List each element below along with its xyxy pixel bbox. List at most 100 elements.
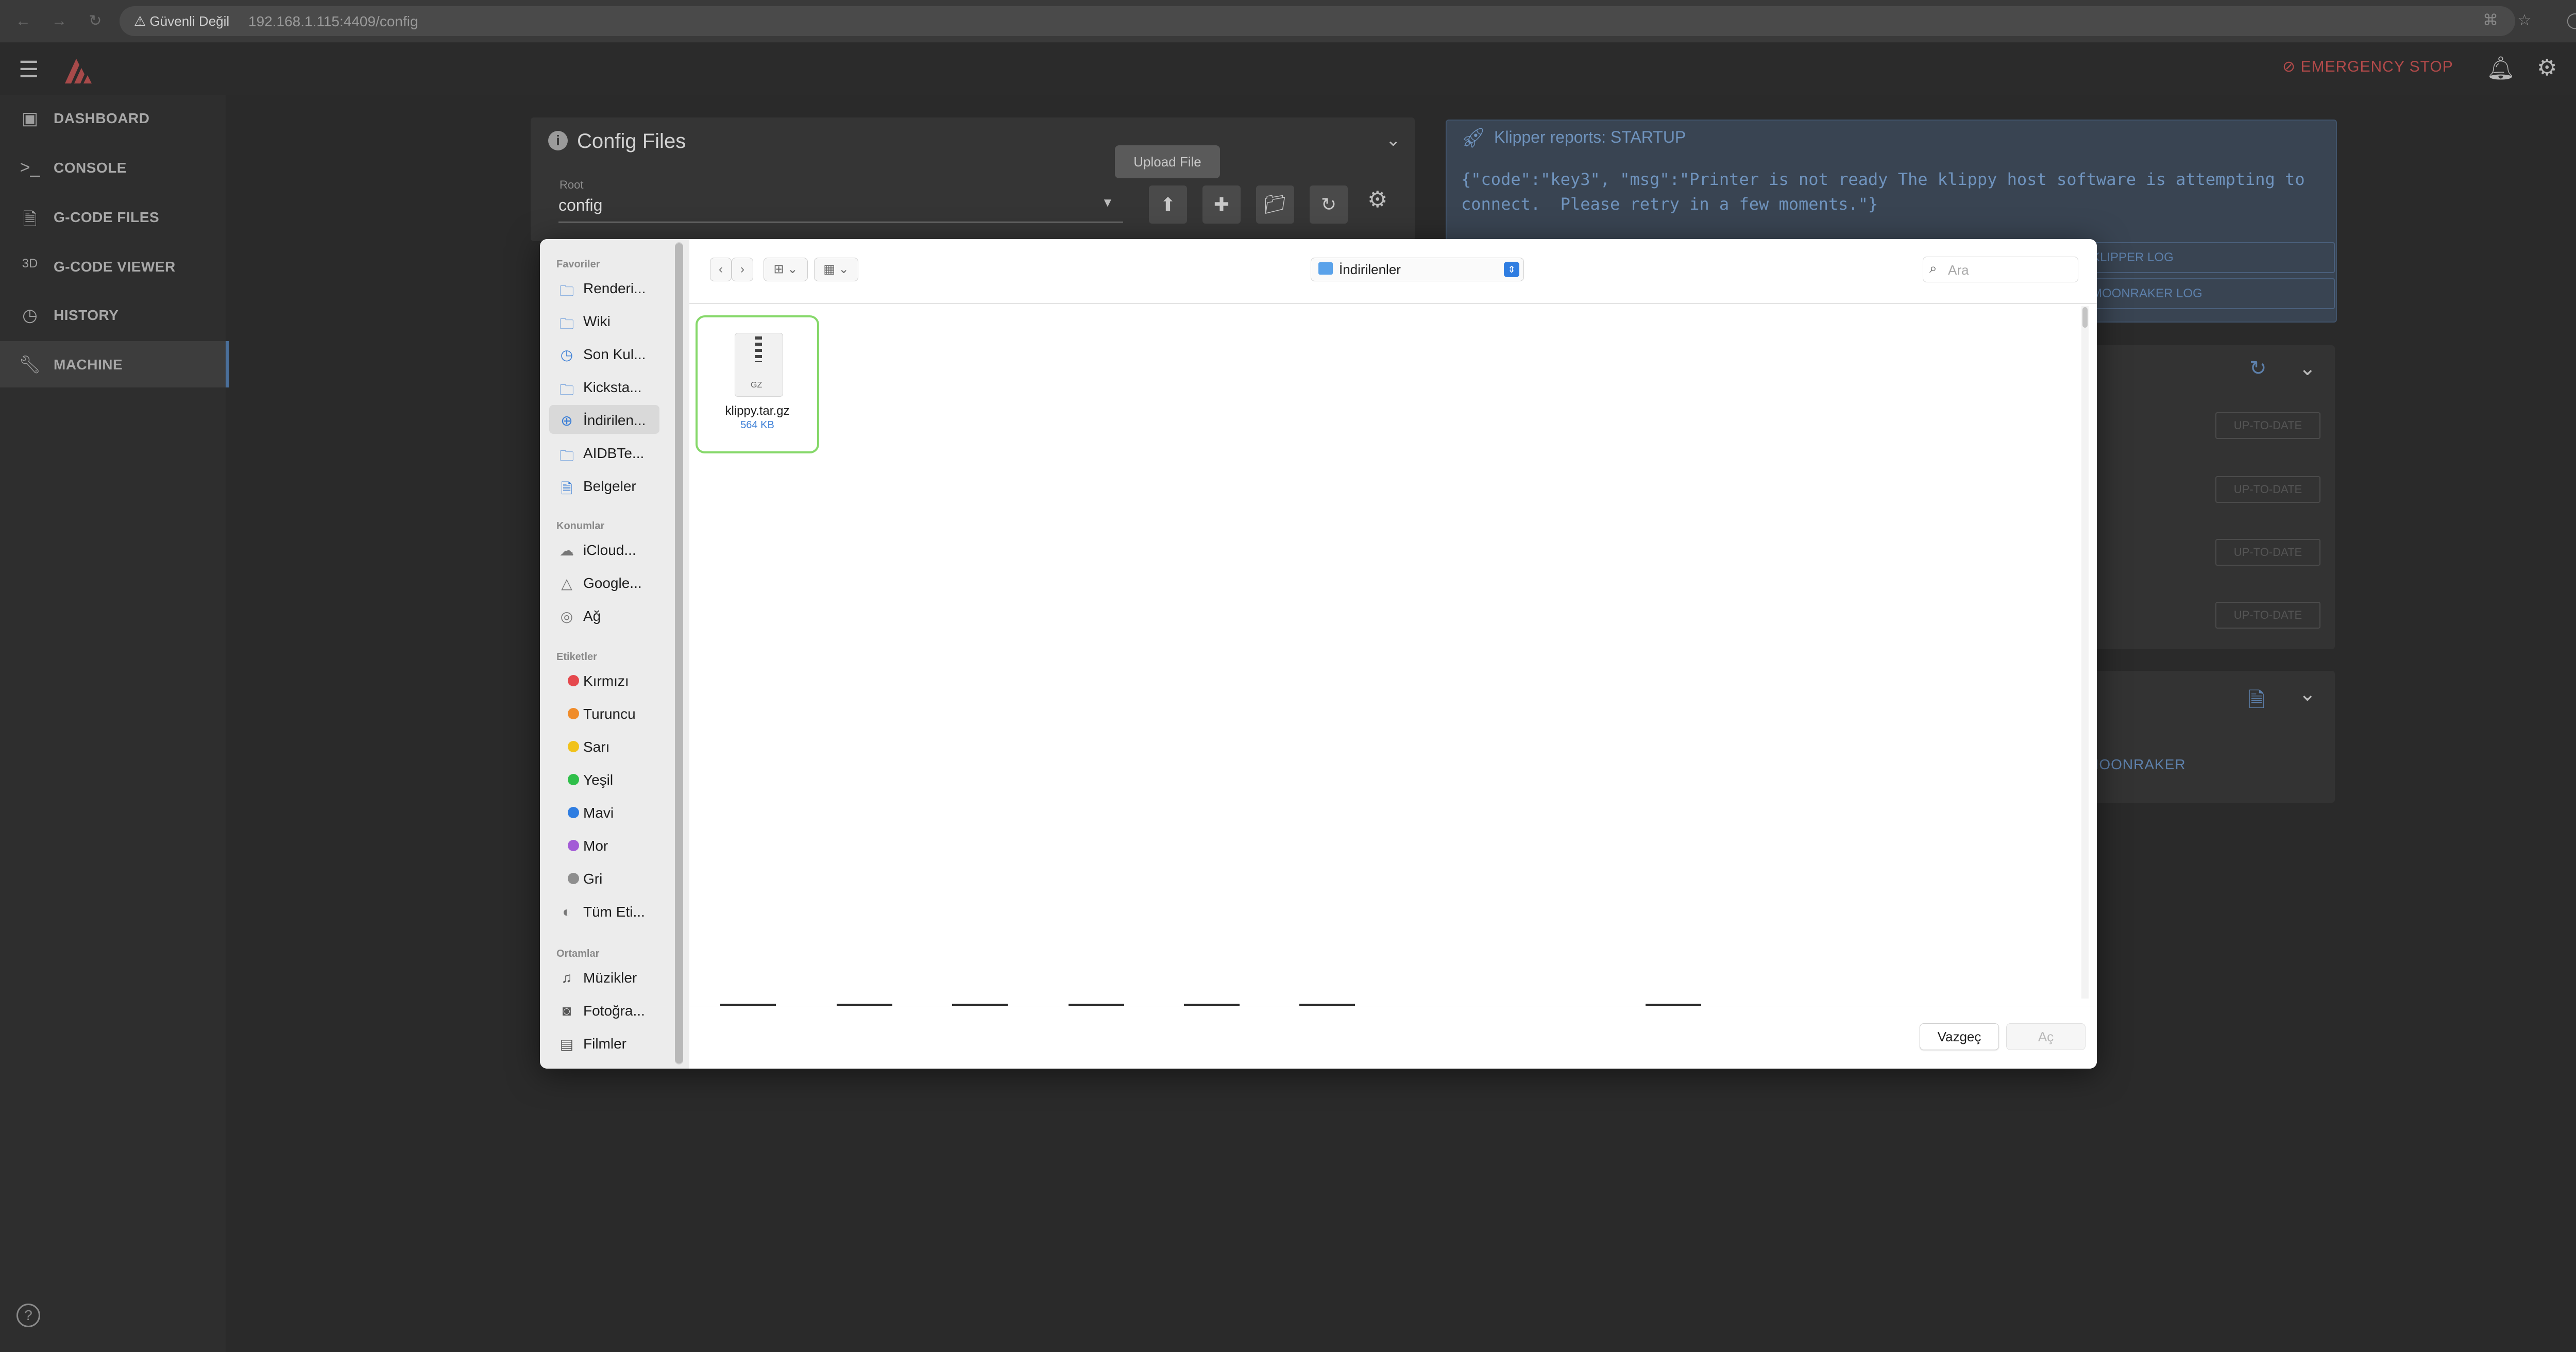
tag-dot-icon [568, 675, 579, 686]
upload-file-button[interactable]: ⬆ [1149, 185, 1187, 224]
sidebar-item-gcode-files[interactable]: 🗎︎ G-CODE FILES [0, 194, 226, 240]
forward-icon[interactable]: › [732, 258, 753, 281]
drive-icon: △ [561, 576, 572, 592]
sidebar-item-music[interactable]: ♫ Müzikler [549, 962, 659, 991]
sidebar-item-label: Google... [583, 575, 642, 591]
sidebar-item-label: G-CODE VIEWER [54, 259, 176, 275]
sidebar-item-downloads[interactable]: ⊕ İndirilen... [549, 405, 659, 434]
sidebar-item-documents[interactable]: 🗎︎ Belgeler [549, 471, 659, 500]
search-input[interactable]: ⌕ Ara [1923, 257, 2078, 282]
file-scrollbar[interactable] [2082, 307, 2088, 328]
chevron-down-icon[interactable]: ⌄ [2299, 682, 2316, 706]
refresh-icon[interactable]: ↻ [2249, 357, 2267, 380]
tag-green[interactable]: Yeşil [549, 765, 659, 793]
forward-arrow-icon[interactable]: → [47, 9, 71, 33]
sidebar-item-recents[interactable]: ◷ Son Kul... [549, 339, 659, 368]
bell-icon[interactable]: 🔔︎ [2486, 55, 2515, 81]
back-icon[interactable]: ‹ [710, 258, 732, 281]
profile-icon[interactable]: ◯ [2563, 8, 2576, 33]
sidebar-item-label: Gri [583, 871, 603, 887]
section-locations: Konumlar [556, 520, 605, 532]
status-badge: UP-TO-DATE [2215, 539, 2320, 566]
file-document-icon[interactable]: 🗎︎ [2248, 685, 2265, 720]
klipper-log-button[interactable]: KLIPPER LOG [2075, 242, 2335, 273]
tag-dot-icon [568, 873, 579, 884]
section-favorites: Favoriler [556, 259, 600, 270]
root-label: Root [560, 178, 584, 191]
sidebar-item-network[interactable]: ◎ Ağ [549, 601, 659, 630]
sidebar-item-aidbte[interactable]: 🗀 AIDBTe... [549, 438, 659, 467]
sidebar-item-google[interactable]: △ Google... [549, 568, 659, 597]
back-arrow-icon[interactable]: ← [11, 9, 35, 33]
chevron-down-icon[interactable]: ⌄ [1386, 130, 1401, 150]
reload-icon[interactable]: ↻ [83, 9, 107, 33]
sidebar-item-label: Belgeler [583, 478, 636, 494]
tag-all[interactable]: ◐ Tüm Eti... [549, 897, 659, 925]
cancel-button[interactable]: Vazgeç [1920, 1023, 1999, 1050]
wrench-icon: 🔧︎ [19, 355, 41, 375]
chevron-down-icon[interactable]: ⌄ [2299, 357, 2316, 380]
sidebar-item-gcode-viewer[interactable]: 3D G-CODE VIEWER [0, 243, 226, 290]
emergency-stop-button[interactable]: ⊘ EMERGENCY STOP [2282, 58, 2453, 76]
new-folder-button[interactable]: 📁︎ [1256, 185, 1294, 224]
upload-file-tooltip: Upload File [1115, 145, 1220, 178]
dropdown-caret-icon[interactable]: ▼ [1101, 196, 1114, 210]
location-popup[interactable]: İndirilenler ⇕ [1311, 258, 1524, 281]
sidebar-item-label: AIDBTe... [583, 445, 645, 461]
folder-icon: 🗀 [559, 316, 574, 332]
root-select-underline [558, 222, 1123, 223]
moonraker-button[interactable]: MOONRAKER [2087, 756, 2186, 773]
sidebar-item-photos[interactable]: ◙ Fotoğra... [549, 995, 659, 1024]
tag-purple[interactable]: Mor [549, 831, 659, 859]
view-mode-button[interactable]: ⊞ ⌄ [764, 258, 808, 281]
sidebar-scrollbar[interactable] [675, 243, 683, 1063]
refresh-button[interactable]: ↻ [1310, 185, 1348, 224]
gear-icon[interactable]: ⚙ [1367, 187, 1387, 213]
sidebar-item-icloud[interactable]: ☁ iCloud... [549, 535, 659, 564]
sidebar-item-label: Kırmızı [583, 673, 629, 689]
sidebar-item-renderi[interactable]: 🗀 Renderi... [549, 273, 659, 302]
sidebar-item-label: iCloud... [583, 542, 636, 558]
tag-gray[interactable]: Gri [549, 864, 659, 892]
tag-red[interactable]: Kırmızı [549, 666, 659, 695]
menu-icon[interactable]: ☰ [19, 57, 39, 83]
cloud-icon: ☁ [560, 543, 574, 559]
tag-blue[interactable]: Mavi [549, 798, 659, 826]
bookmark-star-icon[interactable]: ☆ [2512, 8, 2537, 33]
help-icon[interactable]: ? [16, 1304, 40, 1327]
settings-icon[interactable]: ⚙ [2537, 55, 2557, 81]
tag-dot-icon [568, 741, 579, 752]
sidebar-item-machine[interactable]: 🔧︎ MACHINE [0, 341, 229, 387]
sidebar-item-label: Ağ [583, 608, 601, 624]
tag-orange[interactable]: Turuncu [549, 699, 659, 728]
app-header [0, 43, 2576, 95]
zipper-icon [755, 336, 762, 362]
status-badge: UP-TO-DATE [2215, 412, 2320, 439]
moonraker-log-button[interactable]: MOONRAKER LOG [2075, 278, 2335, 309]
address-bar[interactable]: ⚠ Güvenli Değil 192.168.1.115:4409/confi… [120, 6, 2515, 36]
group-button[interactable]: ▦ ⌄ [814, 258, 858, 281]
open-button[interactable]: Aç [2006, 1023, 2086, 1050]
file-item[interactable]: GZ klippy.tar.gz 564 KB [696, 315, 819, 453]
klipper-status-message: {"code":"key3", "msg":"Printer is not re… [1461, 170, 2305, 214]
sidebar-item-label: MACHINE [54, 357, 123, 373]
sidebar-item-kicksta[interactable]: 🗀 Kicksta... [549, 372, 659, 401]
dialog-footer [689, 1006, 2097, 1069]
sidebar-item-movies[interactable]: ▤ Filmler [549, 1028, 659, 1057]
dialog-file-browser: ‹ › ⊞ ⌄ ▦ ⌄ İndirilenler ⇕ ⌕ Ara GZ klip… [689, 239, 2097, 1069]
sidebar-item-console[interactable]: >_ CONSOLE [0, 144, 226, 191]
sidebar-item-dashboard[interactable]: ▣ DASHBOARD [0, 95, 226, 141]
tag-dot-icon [568, 708, 579, 719]
sidebar-item-wiki[interactable]: 🗀 Wiki [549, 306, 659, 335]
root-select[interactable]: config [558, 196, 602, 215]
mainsail-logo[interactable] [61, 52, 102, 88]
sidebar-item-label: Sarı [583, 739, 610, 755]
sidebar-item-label: Filmler [583, 1036, 626, 1052]
sidebar-item-history[interactable]: ◷ HISTORY [0, 292, 226, 338]
security-warning[interactable]: ⚠ Güvenli Değil [134, 13, 229, 29]
translate-icon[interactable]: ⌘ [2478, 8, 2503, 33]
new-file-button[interactable]: ✚ [1202, 185, 1241, 224]
console-icon: >_ [20, 158, 40, 177]
3d-icon: 3D [22, 257, 38, 271]
tag-yellow[interactable]: Sarı [549, 732, 659, 760]
